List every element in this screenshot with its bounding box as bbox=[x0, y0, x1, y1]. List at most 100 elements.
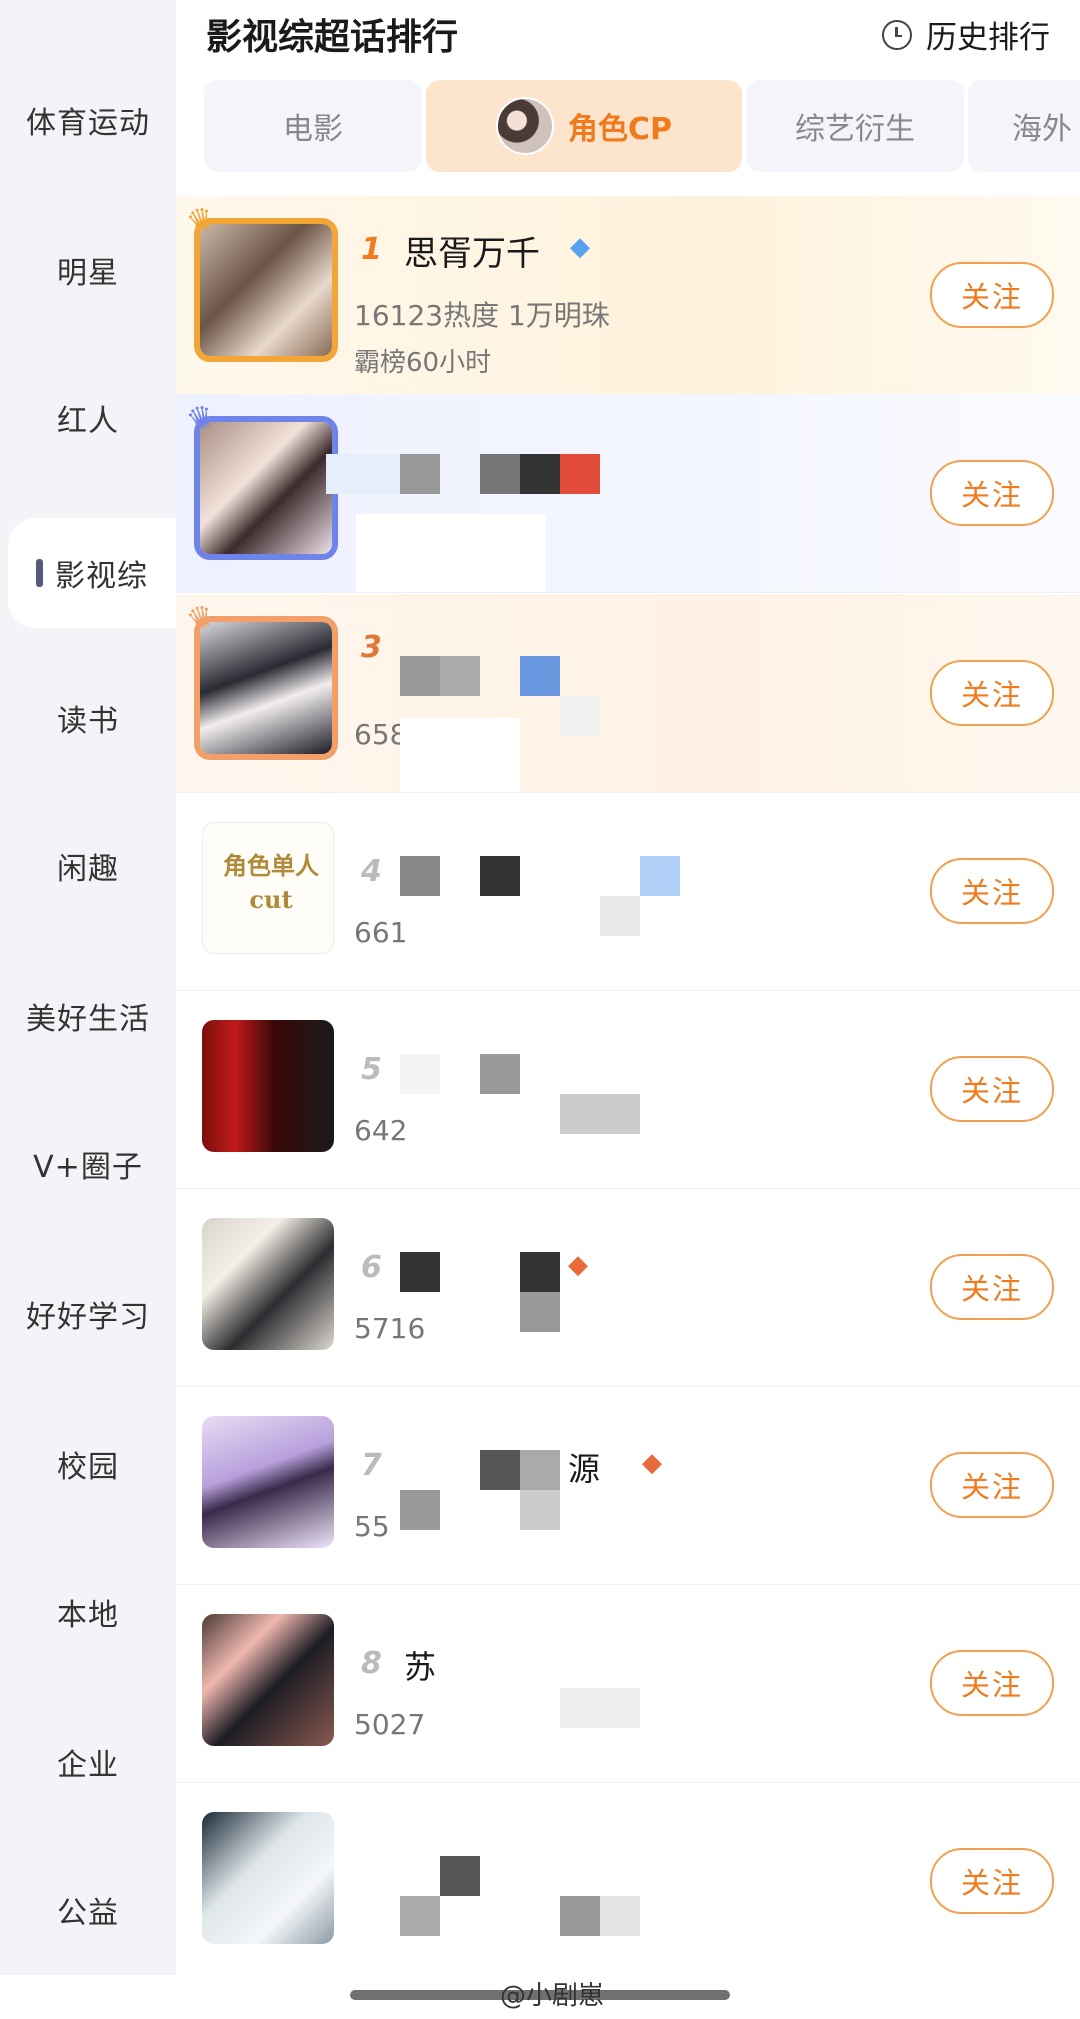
sidebar-item-label: 美好生活 bbox=[26, 1002, 150, 1037]
list-item[interactable]: 8 苏 5027 关注 bbox=[176, 1584, 1080, 1783]
sidebar-item-label: 红人 bbox=[57, 404, 119, 439]
redaction-pixel bbox=[400, 1490, 440, 1530]
redaction-pixel bbox=[326, 454, 366, 494]
sidebar-item-vplus-circle[interactable]: V+圈子 bbox=[0, 1114, 176, 1214]
sidebar-item-label: 好好学习 bbox=[26, 1300, 150, 1335]
redaction-mask bbox=[400, 718, 520, 792]
follow-button[interactable]: 关注 bbox=[930, 1848, 1054, 1914]
sidebar-item-reading[interactable]: 读书 bbox=[0, 668, 176, 768]
redaction-pixel bbox=[560, 1896, 600, 1936]
redaction-pixel bbox=[600, 1688, 640, 1728]
redaction-pixel bbox=[560, 1094, 600, 1134]
heat-stat: 55 bbox=[354, 1510, 390, 1543]
redaction-pixel bbox=[400, 1054, 440, 1094]
follow-button[interactable]: 关注 bbox=[930, 1650, 1054, 1716]
redaction-pixel bbox=[560, 1688, 600, 1728]
sidebar-item-influencers[interactable]: 红人 bbox=[0, 368, 176, 468]
thumbnail bbox=[202, 1218, 334, 1350]
list-item[interactable]: 角色单人cut 4 661 关注 bbox=[176, 792, 1080, 991]
follow-button[interactable]: 关注 bbox=[930, 460, 1054, 526]
tab-label: 海外 bbox=[1012, 112, 1072, 147]
follow-button[interactable]: 关注 bbox=[930, 1056, 1054, 1122]
tab-overseas[interactable]: 海外 bbox=[968, 80, 1080, 172]
redaction-pixel bbox=[520, 454, 560, 494]
sidebar-item-label: V+圈子 bbox=[33, 1150, 143, 1185]
list-item[interactable]: ♛ 1 思胥万千 ◆ 16123热度 1万明珠 霸榜60小时 关注 bbox=[176, 196, 1080, 395]
history-ranking-label: 历史排行 bbox=[926, 20, 1050, 56]
sidebar-item-charity[interactable]: 公益 bbox=[0, 1860, 176, 1960]
sidebar-item-sports[interactable]: 体育运动 bbox=[0, 70, 176, 170]
sidebar-item-label: 读书 bbox=[57, 704, 119, 739]
sidebar-item-stars[interactable]: 明星 bbox=[0, 220, 176, 320]
sidebar-item-label: 闲趣 bbox=[57, 852, 119, 887]
list-item[interactable]: ♛ 关注 bbox=[176, 394, 1080, 593]
rank-number: 4 bbox=[361, 854, 382, 889]
sidebar-item-label: 校园 bbox=[57, 1450, 119, 1485]
sidebar-item-label: 明星 bbox=[57, 256, 119, 291]
redaction-pixel bbox=[560, 454, 600, 494]
rank-number: 3 bbox=[361, 630, 382, 665]
topic-name: 苏 bbox=[404, 1648, 437, 1686]
thumbnail bbox=[194, 218, 338, 362]
redaction-pixel bbox=[400, 656, 440, 696]
list-item[interactable]: 6 ◆ 5716 关注 bbox=[176, 1188, 1080, 1387]
tab-movie[interactable]: 电影 bbox=[204, 80, 422, 172]
tab-label: 综艺衍生 bbox=[795, 112, 915, 147]
sidebar: 体育运动 明星 红人 影视综 读书 闲趣 美好生活 V+圈子 好好学习 校园 本… bbox=[0, 0, 176, 1975]
follow-button[interactable]: 关注 bbox=[930, 1254, 1054, 1320]
redaction-pixel bbox=[400, 856, 440, 896]
history-ranking-button[interactable]: 历史排行 bbox=[882, 12, 1050, 57]
redaction-pixel bbox=[600, 1094, 640, 1134]
follow-button[interactable]: 关注 bbox=[930, 858, 1054, 924]
sidebar-item-good-life[interactable]: 美好生活 bbox=[0, 966, 176, 1066]
category-tabs: 电影 角色CP 综艺衍生 海外 bbox=[200, 80, 1080, 172]
redaction-pixel bbox=[560, 696, 600, 736]
tab-label: 角色CP bbox=[567, 112, 672, 147]
thumbnail-image bbox=[200, 622, 332, 754]
rank-number: 1 bbox=[361, 232, 382, 267]
redaction-mask bbox=[356, 514, 546, 592]
tab-label: 电影 bbox=[283, 112, 343, 147]
thumbnail-image bbox=[200, 224, 332, 356]
thumbnail bbox=[202, 1614, 334, 1746]
rank-number: 7 bbox=[361, 1448, 382, 1483]
home-indicator bbox=[350, 1990, 730, 2000]
thumbnail bbox=[202, 1812, 334, 1944]
thumbnail-caption: 角色单人cut bbox=[223, 851, 319, 914]
list-item[interactable]: ♛ 3 658 关注 bbox=[176, 594, 1080, 793]
sidebar-item-campus[interactable]: 校园 bbox=[0, 1414, 176, 1514]
follow-button[interactable]: 关注 bbox=[930, 262, 1054, 328]
heat-stat: 661 bbox=[354, 916, 408, 949]
heat-stat: 16123热度 1万明珠 bbox=[354, 299, 610, 332]
diamond-icon: ◆ bbox=[642, 1448, 662, 1478]
page-title: 影视综超话排行 bbox=[206, 17, 459, 58]
sidebar-item-enterprise[interactable]: 企业 bbox=[0, 1712, 176, 1812]
rank-number: 6 bbox=[361, 1250, 382, 1285]
sidebar-item-local[interactable]: 本地 bbox=[0, 1562, 176, 1662]
list-item[interactable]: 5 642 关注 bbox=[176, 990, 1080, 1189]
sidebar-item-label: 影视综 bbox=[55, 559, 148, 594]
sidebar-item-leisure[interactable]: 闲趣 bbox=[0, 816, 176, 916]
sidebar-item-film-tv[interactable]: 影视综 bbox=[8, 518, 176, 628]
tab-variety-derivative[interactable]: 综艺衍生 bbox=[746, 80, 964, 172]
thumbnail bbox=[202, 1020, 334, 1152]
list-item[interactable]: 7 源 ◆ 55 关注 bbox=[176, 1386, 1080, 1585]
follow-button[interactable]: 关注 bbox=[930, 1452, 1054, 1518]
heat-stat: 5027 bbox=[354, 1708, 426, 1741]
sidebar-item-label: 企业 bbox=[57, 1748, 119, 1783]
follow-button[interactable]: 关注 bbox=[930, 660, 1054, 726]
redaction-pixel bbox=[480, 454, 520, 494]
redaction-pixel bbox=[400, 1252, 440, 1292]
top-duration: 霸榜60小时 bbox=[354, 348, 492, 378]
diamond-icon: ◆ bbox=[568, 1250, 588, 1280]
redaction-pixel bbox=[520, 1450, 560, 1490]
list-item[interactable]: 关注 bbox=[176, 1782, 1080, 1980]
tab-character-cp[interactable]: 角色CP bbox=[426, 80, 742, 172]
sidebar-item-study[interactable]: 好好学习 bbox=[0, 1264, 176, 1364]
thumbnail: 角色单人cut bbox=[202, 822, 334, 954]
clock-icon bbox=[882, 19, 912, 50]
redaction-pixel bbox=[600, 1896, 640, 1936]
heat-stat: 642 bbox=[354, 1114, 408, 1147]
sidebar-item-label: 公益 bbox=[57, 1896, 119, 1931]
tab-avatar bbox=[495, 97, 554, 155]
